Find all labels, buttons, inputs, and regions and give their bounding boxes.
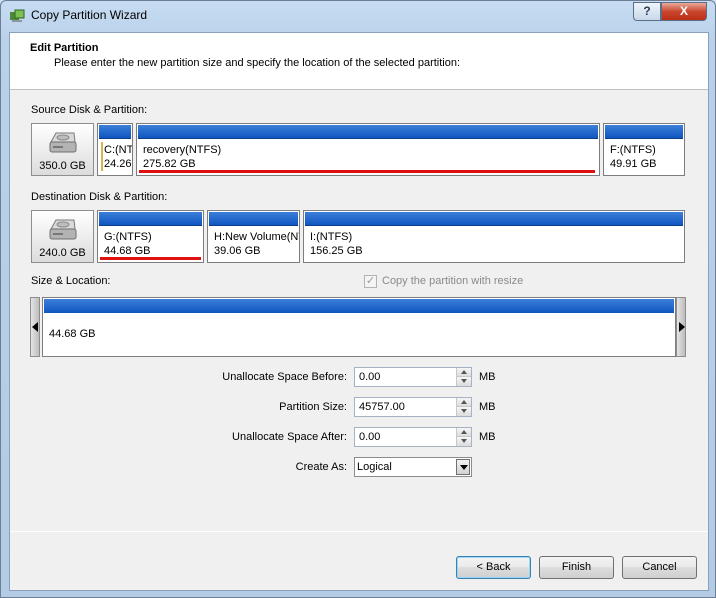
partition-bar — [138, 125, 598, 139]
copy-partition-wizard-window: Copy Partition Wizard ? X Edit Partition… — [0, 0, 716, 598]
partition-bar — [209, 212, 298, 226]
destination-disk[interactable]: 240.0 GB — [31, 210, 94, 263]
footer-divider — [10, 531, 708, 532]
window-title: Copy Partition Wizard — [31, 8, 148, 22]
partition-size: 24.26 GB — [104, 158, 132, 170]
close-button[interactable]: X — [661, 2, 707, 21]
unallocate-after-input[interactable]: 0.00 — [354, 427, 472, 447]
unit-label: MB — [479, 431, 496, 443]
partition-name: F:(NTFS) — [610, 144, 656, 156]
partition-bar — [99, 212, 202, 226]
help-button[interactable]: ? — [633, 2, 661, 21]
partition-bar — [44, 299, 674, 313]
input-value: 45757.00 — [359, 401, 405, 413]
right-resize-handle[interactable] — [676, 297, 686, 357]
spin-down-button[interactable] — [457, 407, 471, 416]
used-space-bar — [101, 142, 103, 171]
source-disk-size: 350.0 GB — [39, 160, 86, 172]
partition-bar — [305, 212, 683, 226]
hard-disk-icon — [49, 219, 77, 240]
destination-partition-h[interactable]: H:New Volume(NTFS) 39.06 GB — [207, 210, 300, 263]
chevron-down-icon — [460, 465, 468, 470]
partition-size-label: Partition Size: — [279, 401, 347, 413]
partition-name: I:(NTFS) — [310, 231, 353, 243]
back-button[interactable]: < Back — [456, 556, 531, 579]
source-disk[interactable]: 350.0 GB — [31, 123, 94, 176]
resize-bar-size: 44.68 GB — [49, 328, 96, 340]
partition-size: 44.68 GB — [104, 245, 151, 257]
input-value: 0.00 — [359, 371, 381, 383]
checkbox-label: Copy the partition with resize — [382, 275, 524, 287]
create-as-select[interactable]: Logical — [354, 457, 472, 477]
destination-partition-g[interactable]: G:(NTFS) 44.68 GB — [97, 210, 204, 263]
up-arrow-icon — [461, 370, 467, 374]
partition-size: 156.25 GB — [310, 245, 363, 257]
down-arrow-icon — [461, 439, 467, 443]
wizard-icon — [9, 9, 25, 23]
unallocate-after-label: Unallocate Space After: — [232, 431, 347, 443]
used-space-bar — [139, 170, 595, 173]
dialog-client: Edit Partition Please enter the new part… — [9, 32, 709, 591]
destination-disk-size: 240.0 GB — [39, 247, 86, 259]
partition-size: 39.06 GB — [214, 245, 261, 257]
partition-bar — [605, 125, 683, 139]
spin-buttons — [456, 428, 471, 446]
left-resize-handle[interactable] — [30, 297, 40, 357]
resize-panel: 44.68 GB — [30, 297, 688, 357]
destination-label: Destination Disk & Partition: — [31, 191, 168, 203]
hard-disk-icon — [49, 132, 77, 153]
down-arrow-icon — [461, 379, 467, 383]
source-partition-f[interactable]: F:(NTFS) 49.91 GB — [603, 123, 685, 176]
partition-size: 49.91 GB — [610, 158, 657, 170]
up-arrow-icon — [461, 430, 467, 434]
partition-name: G:(NTFS) — [104, 231, 152, 243]
spin-down-button[interactable] — [457, 377, 471, 386]
partition-name: C:(NTFS) — [104, 144, 133, 156]
spin-up-button[interactable] — [457, 368, 471, 377]
title-bar[interactable]: Copy Partition Wizard ? X — [1, 1, 715, 31]
header-subtitle: Please enter the new partition size and … — [54, 57, 461, 69]
unallocate-before-input[interactable]: 0.00 — [354, 367, 472, 387]
finish-button[interactable]: Finish — [539, 556, 614, 579]
spin-buttons — [456, 398, 471, 416]
unit-label: MB — [479, 371, 496, 383]
up-arrow-icon — [461, 400, 467, 404]
unit-label: MB — [479, 401, 496, 413]
spin-up-button[interactable] — [457, 398, 471, 407]
dialog-header: Edit Partition Please enter the new part… — [10, 33, 708, 90]
left-arrow-icon — [32, 322, 38, 332]
source-partition-c[interactable]: C:(NTFS) 24.26 GB — [97, 123, 133, 176]
right-arrow-icon — [679, 322, 685, 332]
spin-up-button[interactable] — [457, 428, 471, 437]
size-location-label: Size & Location: — [31, 275, 111, 287]
partition-name: H:New Volume(NTFS) — [214, 231, 299, 243]
partition-bar — [99, 125, 131, 139]
select-value: Logical — [357, 461, 392, 473]
partition-resize-bar[interactable]: 44.68 GB — [42, 297, 676, 357]
used-space-bar — [100, 257, 201, 260]
header-title: Edit Partition — [30, 42, 99, 54]
spin-buttons — [456, 368, 471, 386]
source-partition-recovery[interactable]: recovery(NTFS) 275.82 GB — [136, 123, 600, 176]
dropdown-button[interactable] — [456, 459, 470, 475]
cancel-button[interactable]: Cancel — [622, 556, 697, 579]
destination-partition-i[interactable]: I:(NTFS) 156.25 GB — [303, 210, 685, 263]
unallocate-before-label: Unallocate Space Before: — [222, 371, 347, 383]
source-label: Source Disk & Partition: — [31, 104, 148, 116]
spin-down-button[interactable] — [457, 437, 471, 446]
partition-size-input[interactable]: 45757.00 — [354, 397, 472, 417]
checkbox-box[interactable]: ✓ — [364, 275, 377, 288]
partition-name: recovery(NTFS) — [143, 144, 222, 156]
down-arrow-icon — [461, 409, 467, 413]
input-value: 0.00 — [359, 431, 381, 443]
create-as-label: Create As: — [295, 461, 347, 473]
partition-size: 275.82 GB — [143, 158, 196, 170]
